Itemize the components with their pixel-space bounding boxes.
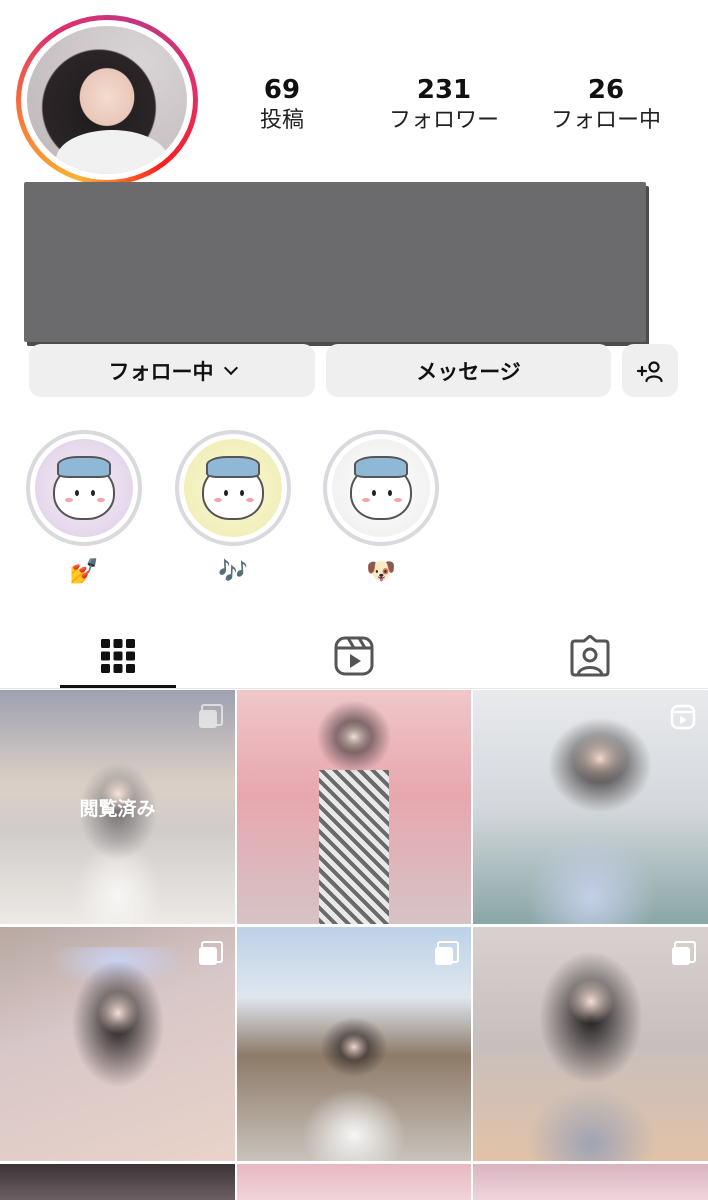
post-photo-subject [289, 700, 419, 924]
highlight-1-title: 💅 [69, 557, 99, 585]
following-count-label: フォロー中 [550, 108, 661, 133]
highlight-1[interactable]: 💅 [26, 430, 142, 586]
character-illustration [202, 455, 264, 520]
post-tile[interactable] [0, 927, 235, 1161]
post-tile[interactable] [473, 1164, 708, 1200]
redacted-bio-block [24, 182, 646, 342]
message-button-label: メッセージ [416, 359, 521, 384]
reels-icon [334, 636, 374, 676]
highlight-3-ring [323, 430, 439, 546]
highlight-2[interactable]: 🎶 [175, 430, 291, 586]
followers-count-value: 231 [416, 75, 472, 105]
post-tile[interactable] [237, 927, 471, 1161]
chevron-down-icon [223, 360, 238, 375]
message-button[interactable]: メッセージ [326, 344, 611, 397]
post-tile[interactable]: 閲覧済み [0, 690, 235, 924]
post-tile[interactable] [237, 690, 471, 924]
post-tile[interactable] [0, 1164, 235, 1200]
tab-reels[interactable] [236, 625, 472, 687]
post-tile[interactable] [237, 1164, 471, 1200]
highlight-1-ring [26, 430, 142, 546]
following-button-label: フォロー中 [108, 359, 214, 384]
following-button[interactable]: フォロー中 [29, 344, 315, 397]
highlight-2-ring [175, 430, 291, 546]
post-tile[interactable] [473, 690, 708, 924]
add-person-icon [636, 360, 663, 382]
post-photo-subject [289, 1007, 419, 1161]
highlight-3-cover [332, 439, 430, 537]
highlight-2-cover [184, 439, 282, 537]
following-count-value: 26 [587, 75, 625, 105]
carousel-icon [199, 941, 223, 965]
followers-count-label: フォロワー [388, 108, 499, 133]
reel-badge-icon [670, 704, 696, 730]
posts-count-value: 69 [263, 75, 301, 105]
character-illustration [53, 455, 115, 520]
tab-posts-grid[interactable] [0, 625, 236, 687]
avatar [27, 26, 187, 174]
profile-avatar-story-ring[interactable] [16, 15, 198, 185]
posts-count[interactable]: 69 投稿 [212, 74, 352, 136]
viewed-overlay: 閲覧済み [0, 690, 235, 924]
tab-tagged[interactable] [472, 625, 708, 687]
highlight-1-cover [35, 439, 133, 537]
tagged-icon [570, 635, 610, 677]
avatar-border [21, 20, 193, 180]
highlight-2-title: 🎶 [218, 557, 248, 585]
character-illustration [350, 455, 412, 520]
carousel-icon [672, 941, 696, 965]
highlight-3-title: 🐶 [366, 557, 396, 585]
grid-icon [101, 639, 135, 673]
tab-divider [0, 688, 708, 689]
post-photo-subject [37, 947, 198, 1161]
followers-count[interactable]: 231 フォロワー [374, 74, 514, 136]
suggest-accounts-button[interactable] [622, 344, 678, 397]
posts-count-label: 投稿 [259, 108, 304, 133]
post-photo-subject [500, 710, 681, 924]
carousel-icon [435, 941, 459, 965]
post-tile[interactable] [473, 927, 708, 1161]
highlight-3[interactable]: 🐶 [323, 430, 439, 586]
post-photo-subject [500, 937, 681, 1161]
following-count[interactable]: 26 フォロー中 [536, 74, 676, 136]
viewed-label: 閲覧済み [79, 797, 156, 820]
